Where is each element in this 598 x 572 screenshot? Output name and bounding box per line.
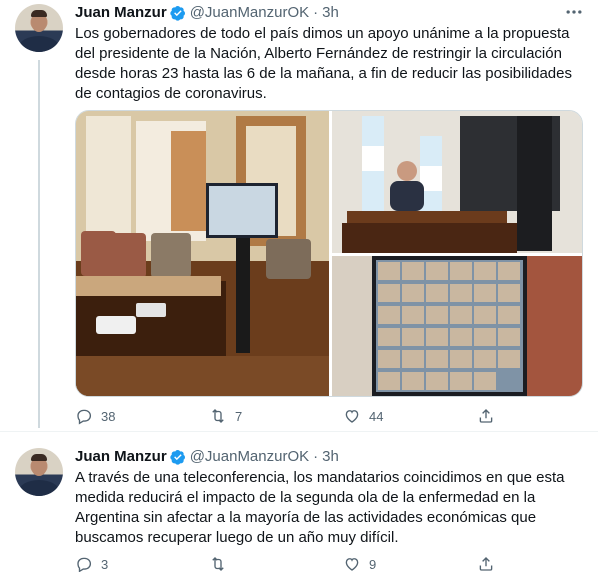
like-count: 44 [369, 408, 384, 424]
tweet-text: A través de una teleconferencia, los man… [75, 469, 565, 546]
like-count: 9 [369, 556, 377, 572]
share-button[interactable] [477, 407, 503, 425]
retweet-icon [212, 409, 224, 423]
separator-dot: · [313, 448, 319, 465]
more-options-icon[interactable] [564, 2, 584, 22]
reply-icon [77, 557, 92, 572]
tweet-1[interactable]: Juan Manzur @JuanManzurOK · 3h Los gober… [0, 0, 598, 430]
tweet-header: Juan Manzur @JuanManzurOK · 3h [75, 3, 339, 23]
tweet-2[interactable]: Juan Manzur @JuanManzurOK · 3h A través … [0, 444, 598, 572]
avatar[interactable] [15, 448, 63, 496]
media-photo-desk[interactable] [332, 111, 582, 253]
reply-button[interactable]: 3 [75, 555, 209, 572]
avatar[interactable] [15, 4, 63, 52]
verified-badge-icon [170, 6, 185, 21]
tweet-divider [0, 431, 598, 432]
timestamp[interactable]: 3h [322, 3, 339, 23]
retweet-button[interactable]: 7 [209, 407, 343, 425]
reply-icon [77, 409, 92, 425]
share-icon [479, 409, 493, 423]
like-icon [345, 410, 359, 423]
retweet-icon [212, 557, 224, 571]
media-photo-room[interactable] [76, 111, 329, 396]
author-name[interactable]: Juan Manzur [75, 3, 167, 23]
like-icon [345, 558, 359, 571]
like-button[interactable]: 44 [343, 407, 477, 425]
media-grid[interactable] [75, 110, 583, 397]
tweet-header: Juan Manzur @JuanManzurOK · 3h [75, 447, 339, 467]
tweet-actions: 38 7 44 [75, 407, 493, 425]
retweet-count: 7 [235, 408, 243, 424]
like-button[interactable]: 9 [343, 555, 477, 572]
share-button[interactable] [477, 555, 503, 572]
share-icon [479, 557, 493, 571]
retweet-button[interactable] [209, 555, 343, 572]
tweet-actions: 3 9 [75, 555, 493, 572]
separator-dot: · [313, 4, 319, 21]
reply-count: 38 [101, 408, 116, 424]
tweet-text: Los gobernadores de todo el país dimos u… [75, 25, 572, 102]
author-handle[interactable]: @JuanManzurOK [190, 447, 309, 467]
media-photo-videoconference[interactable] [332, 256, 582, 396]
reply-count: 3 [101, 556, 109, 572]
timestamp[interactable]: 3h [322, 447, 339, 467]
reply-button[interactable]: 38 [75, 407, 209, 425]
verified-badge-icon [170, 450, 185, 465]
author-handle[interactable]: @JuanManzurOK [190, 3, 309, 23]
author-name[interactable]: Juan Manzur [75, 447, 167, 467]
